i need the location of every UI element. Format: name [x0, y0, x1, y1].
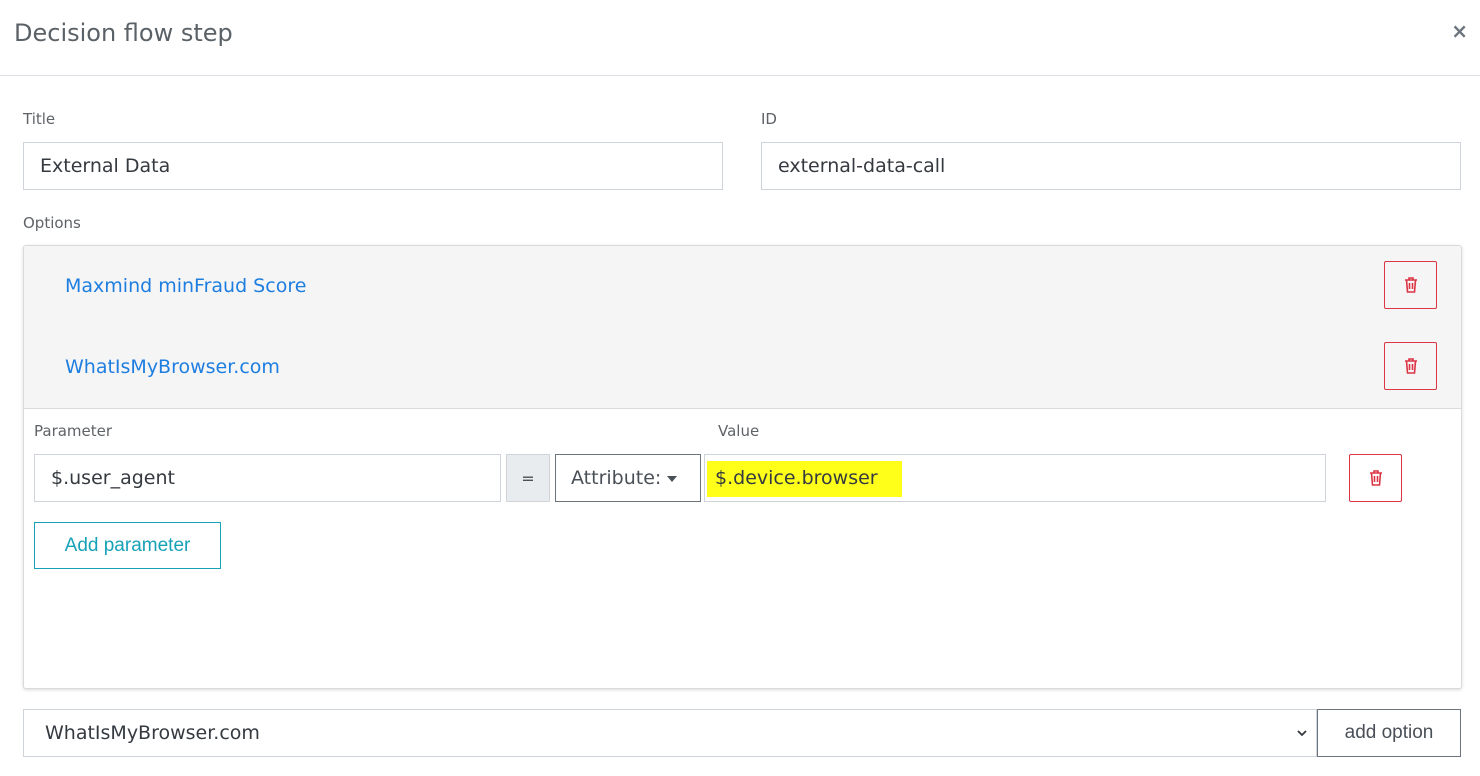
- value-label: Value: [718, 422, 760, 440]
- option-title-whatismybrowser[interactable]: WhatIsMyBrowser.com: [65, 356, 280, 378]
- option-select[interactable]: WhatIsMyBrowser.com: [23, 709, 1317, 757]
- id-label: ID: [761, 110, 777, 128]
- attribute-type-label: Attribute:: [571, 467, 662, 489]
- options-panel: Maxmind minFraud Score WhatIsMyBrowser.c…: [23, 245, 1462, 689]
- close-icon[interactable]: ×: [1451, 20, 1468, 42]
- trash-icon: [1404, 277, 1417, 293]
- delete-option-button[interactable]: [1384, 261, 1437, 309]
- modal-header: Decision flow step ×: [0, 0, 1480, 76]
- option-select-value: WhatIsMyBrowser.com: [45, 722, 260, 744]
- delete-option-button[interactable]: [1384, 342, 1437, 390]
- modal-title: Decision flow step: [14, 19, 233, 47]
- value-text-highlighted: $.device.browser: [707, 461, 902, 497]
- attribute-type-dropdown[interactable]: Attribute:: [555, 454, 701, 502]
- add-parameter-button[interactable]: Add parameter: [34, 522, 221, 569]
- option-title-maxmind[interactable]: Maxmind minFraud Score: [65, 275, 306, 297]
- trash-icon: [1404, 358, 1417, 374]
- parameter-label: Parameter: [34, 422, 113, 440]
- options-label: Options: [23, 214, 81, 232]
- delete-parameter-button[interactable]: [1349, 454, 1402, 502]
- add-option-button[interactable]: add option: [1317, 709, 1461, 757]
- option-row-whatismybrowser: WhatIsMyBrowser.com: [24, 327, 1461, 409]
- parameter-input[interactable]: $.user_agent: [34, 454, 501, 502]
- trash-icon: [1369, 470, 1382, 486]
- chevron-down-icon: [1297, 730, 1307, 737]
- title-input[interactable]: External Data: [23, 142, 723, 190]
- id-input[interactable]: external-data-call: [761, 142, 1461, 190]
- caret-down-icon: [667, 476, 678, 482]
- title-label: Title: [23, 110, 56, 128]
- value-input[interactable]: $.device.browser: [704, 454, 1326, 502]
- equals-operator: =: [506, 454, 550, 502]
- option-row-maxmind: Maxmind minFraud Score: [24, 246, 1461, 328]
